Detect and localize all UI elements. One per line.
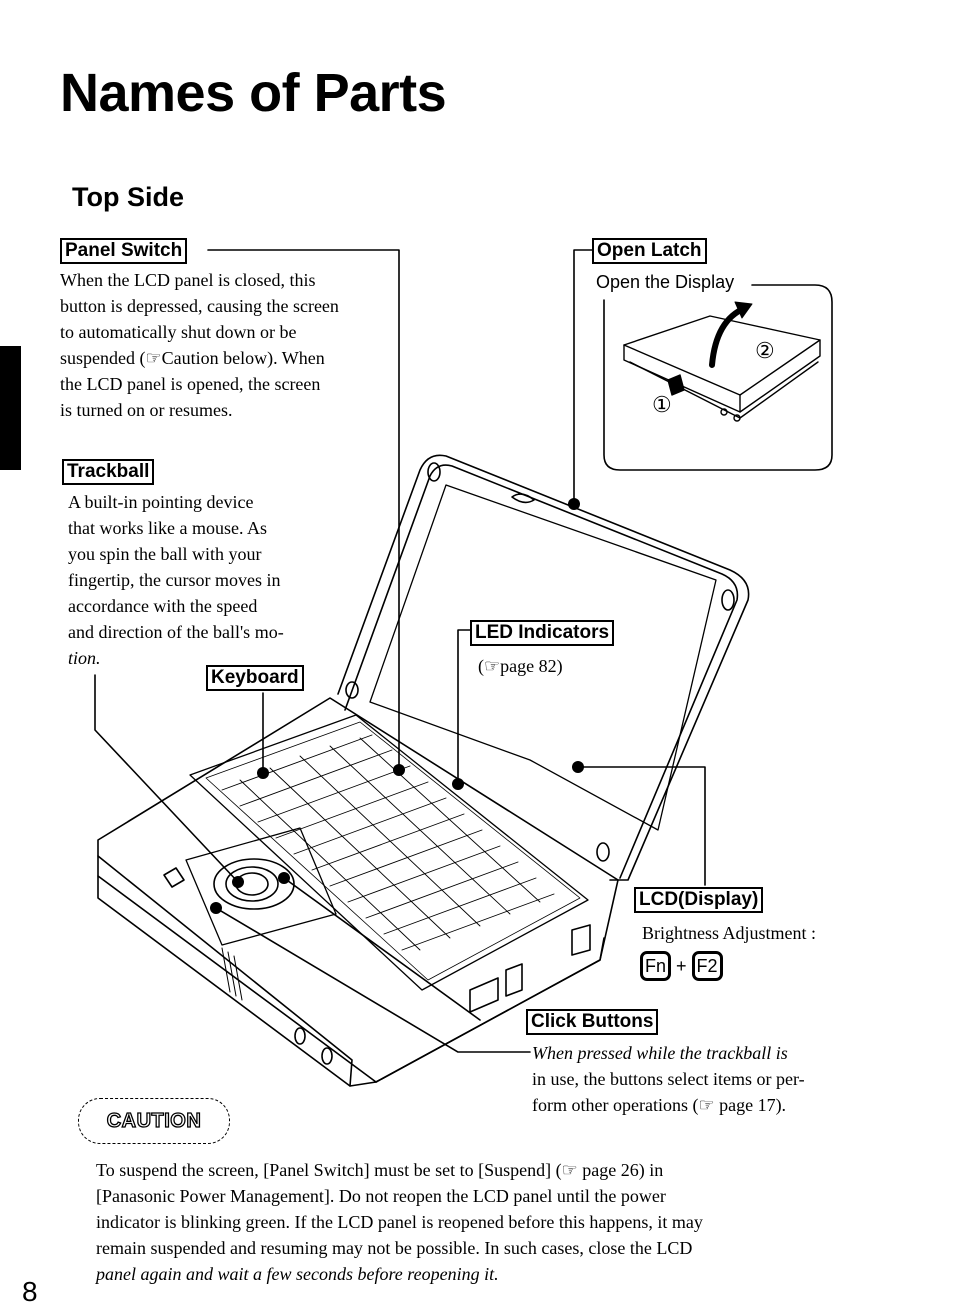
text-line: you spin the ball with your xyxy=(68,544,262,564)
caution-badge: CAUTION xyxy=(78,1098,230,1144)
brightness-adjustment-note: Brightness Adjustment : xyxy=(642,923,817,943)
text-line: When the LCD panel is closed, this xyxy=(60,270,316,290)
text-line: When pressed while the trackball is xyxy=(532,1043,788,1063)
page-title: Names of Parts xyxy=(60,63,447,123)
text-line: A built-in pointing device xyxy=(68,492,254,512)
section-tab-marker xyxy=(0,346,21,470)
text-line: is turned on or resumes. xyxy=(60,400,233,420)
led-indicators-reference: (☞page 82) xyxy=(478,656,563,676)
text-line: form other operations (☞ page 17). xyxy=(532,1095,787,1115)
f2-key: F2 xyxy=(691,951,723,981)
fn-key: Fn xyxy=(640,951,672,981)
text-line: [Panasonic Power Management]. Do not reo… xyxy=(96,1186,666,1206)
text-line: fingertip, the cursor moves in xyxy=(68,570,281,590)
text-line: to automatically shut down or be xyxy=(60,322,297,342)
text-line: To suspend the screen, [Panel Switch] mu… xyxy=(96,1160,664,1180)
open-latch-label: Open Latch xyxy=(592,238,707,264)
text-line: the LCD panel is opened, the screen xyxy=(60,374,321,394)
panel-switch-description: When the LCD panel is closed, this butto… xyxy=(60,267,386,423)
panel-switch-label: Panel Switch xyxy=(60,238,188,264)
text-line: panel again and wait a few seconds befor… xyxy=(96,1264,499,1284)
trackball-label: Trackball xyxy=(62,459,155,485)
text-line: in use, the buttons select items or per- xyxy=(532,1069,805,1089)
text-line: button is depressed, causing the screen xyxy=(60,296,339,316)
section-title: Top Side xyxy=(72,182,184,212)
page-number: 8 xyxy=(22,1276,38,1307)
click-buttons-description: When pressed while the trackball is in u… xyxy=(532,1040,852,1118)
trackball-description: A built-in pointing device that works li… xyxy=(68,489,318,671)
click-buttons-label: Click Buttons xyxy=(526,1009,659,1035)
text-line: suspended (☞Caution below). When xyxy=(60,348,325,368)
text-line: that works like a mouse. As xyxy=(68,518,267,538)
led-indicators-label: LED Indicators xyxy=(470,620,615,646)
open-arrow-icon xyxy=(709,305,748,368)
open-display-caption: Open the Display xyxy=(596,272,735,292)
step-1-marker: ① xyxy=(652,392,672,417)
text-line: indicator is blinking green. If the LCD … xyxy=(96,1212,703,1232)
brightness-shortcut: Fn + F2 xyxy=(640,951,723,981)
caution-label: CAUTION xyxy=(106,1109,202,1132)
caution-body: To suspend the screen, [Panel Switch] mu… xyxy=(96,1157,832,1287)
text-line: accordance with the speed xyxy=(68,596,258,616)
open-latch-inset-frame xyxy=(603,284,833,471)
text-line: remain suspended and resuming may not be… xyxy=(96,1238,693,1258)
lcd-display-label: LCD(Display) xyxy=(634,887,764,913)
keyboard-label: Keyboard xyxy=(206,665,304,691)
step-2-marker: ② xyxy=(755,338,775,363)
plus-sign: + xyxy=(676,955,687,976)
text-line: and direction of the ball's mo- xyxy=(68,622,284,642)
